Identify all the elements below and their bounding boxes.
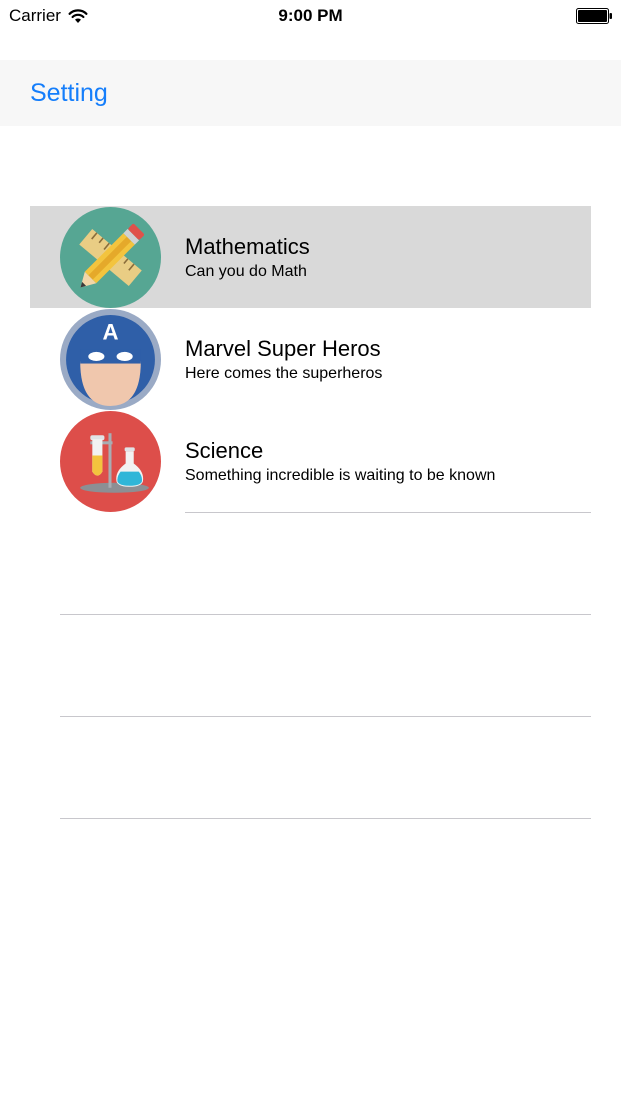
topic-title: Marvel Super Heros [185, 336, 381, 361]
topic-subtitle: Something incredible is waiting to be kn… [185, 467, 496, 484]
topic-title: Science [185, 438, 264, 463]
row-separator [60, 818, 591, 819]
row-separator [60, 614, 591, 615]
row-separator [60, 716, 591, 717]
setting-button[interactable]: Setting [30, 78, 108, 108]
math-icon [60, 207, 161, 308]
topic-row-science[interactable]: Science Something incredible is waiting … [30, 410, 591, 512]
topic-subtitle: Here comes the superheros [185, 365, 383, 382]
science-icon [60, 411, 161, 512]
navigation-bar: Setting [0, 60, 621, 126]
topic-row-mathematics[interactable]: Mathematics Can you do Math [30, 206, 591, 308]
topic-list: Mathematics Can you do Math A Marvel Sup… [30, 206, 591, 512]
topic-row-marvel-super-heros[interactable]: A Marvel Super Heros Here comes the supe… [30, 308, 591, 410]
superhero-icon: A [60, 309, 161, 410]
svg-text:A: A [102, 319, 118, 344]
battery-icon [576, 8, 612, 24]
status-bar: Carrier 9:00 PM [0, 0, 621, 32]
topic-subtitle: Can you do Math [185, 263, 307, 280]
topic-title: Mathematics [185, 234, 310, 259]
status-time: 9:00 PM [278, 6, 343, 25]
row-separator [185, 512, 591, 513]
